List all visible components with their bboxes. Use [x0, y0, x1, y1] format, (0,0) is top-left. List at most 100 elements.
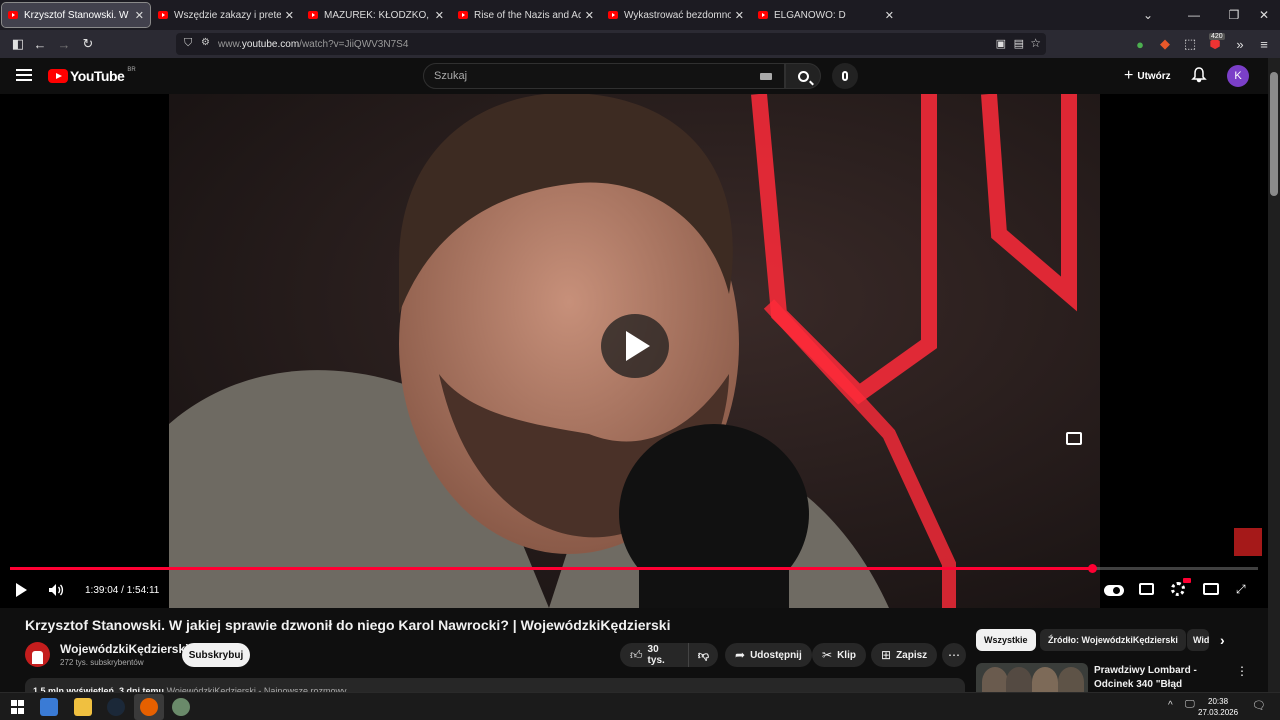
shield-icon[interactable]: ⛉: [184, 37, 192, 50]
youtube-favicon-icon: [608, 11, 618, 19]
progress-fill: [10, 567, 1093, 570]
volume-icon[interactable]: [48, 583, 64, 597]
share-button[interactable]: ➦ Udostępnij: [725, 643, 812, 667]
system-clock[interactable]: 20:38 27.03.2026: [1198, 696, 1238, 718]
adblock-extension-icon[interactable]: ●: [1130, 34, 1150, 54]
keyboard-icon[interactable]: [760, 73, 772, 80]
browser-tab-strip: Krzysztof Stanowski. W jakiej sp ✕ Wszędz…: [0, 0, 1280, 30]
overflow-menu-icon[interactable]: »: [1230, 34, 1250, 54]
miniplayer-icon[interactable]: [1066, 432, 1082, 445]
video-player[interactable]: 1:39:04 / 1:54:11 ⤢: [0, 94, 1268, 608]
region-code: BR: [127, 67, 136, 73]
picture-in-picture-icon[interactable]: ▣: [996, 37, 1006, 50]
forward-icon[interactable]: →: [54, 34, 74, 54]
extension-badge: 420: [1209, 33, 1225, 40]
firefox-icon[interactable]: [140, 698, 158, 716]
address-bar[interactable]: ⛉ ⚙ www.youtube.com/watch?v=JiiQWV3N7S4 …: [176, 33, 1046, 55]
close-tab-icon[interactable]: ✕: [735, 9, 744, 22]
app-menu-icon[interactable]: ≡: [1254, 34, 1274, 54]
browser-tab[interactable]: Wszędzie zakazy i pretensje! Lu ✕: [152, 3, 300, 27]
minimize-icon[interactable]: —: [1174, 0, 1214, 30]
browser-tab[interactable]: Wykastrować bezdomność! Ust ✕: [602, 3, 750, 27]
settings-gear-icon[interactable]: [1171, 582, 1185, 596]
reload-icon[interactable]: ↻: [78, 34, 98, 54]
youtube-favicon-icon: [308, 11, 318, 19]
chip-watched[interactable]: Wid: [1187, 629, 1209, 651]
youtube-logo[interactable]: YouTube BR: [48, 67, 136, 84]
voice-search-button[interactable]: [832, 63, 858, 89]
autoplay-toggle[interactable]: [1104, 585, 1124, 596]
create-button[interactable]: + Utwórz: [1116, 64, 1179, 88]
tab-title: Wszędzie zakazy i pretensje! Lu: [174, 9, 281, 21]
close-tab-icon[interactable]: ✕: [135, 9, 144, 22]
youtube-favicon-icon: [8, 11, 18, 19]
network-icon[interactable]: 🖵︎: [1185, 699, 1195, 710]
account-avatar[interactable]: K: [1227, 65, 1249, 87]
theater-mode-icon[interactable]: [1203, 583, 1219, 595]
progress-bar[interactable]: [10, 564, 1258, 573]
steam-icon[interactable]: [107, 698, 125, 716]
channel-watermark-logo[interactable]: [1234, 528, 1262, 556]
close-tab-icon[interactable]: ✕: [285, 9, 294, 22]
page-settings-icon[interactable]: ⚙: [201, 37, 210, 48]
app-icon[interactable]: [172, 698, 190, 716]
sidebar-toggle-icon[interactable]: ◧: [8, 34, 28, 54]
like-button[interactable]: 👍︎ 30 tys.: [620, 643, 688, 667]
browser-tab[interactable]: MAZUREK: KŁODZKO, PEDOFILI ✕: [302, 3, 450, 27]
scrubber-handle[interactable]: [1088, 564, 1098, 573]
browser-tab[interactable]: Rise of the Nazis and Adolf Hitl ✕: [452, 3, 600, 27]
reader-view-icon[interactable]: ▤: [1014, 37, 1024, 50]
page-scrollbar[interactable]: [1268, 58, 1280, 692]
bookmark-star-icon[interactable]: ☆: [1030, 36, 1041, 50]
close-tab-icon[interactable]: ✕: [885, 9, 894, 22]
subtitles-icon[interactable]: [1139, 583, 1154, 595]
url-path: /watch?v=JiiQWV3N7S4: [299, 38, 409, 50]
tab-title: Krzysztof Stanowski. W jakiej sp: [24, 9, 131, 21]
subscribe-button[interactable]: Subskrybuj: [182, 643, 250, 667]
browser-tab[interactable]: Krzysztof Stanowski. W jakiej sp ✕: [1, 2, 151, 28]
youtube-masthead: YouTube BR Szukaj + Utwórz K: [0, 58, 1268, 94]
microphone-icon: [842, 71, 848, 81]
back-icon[interactable]: ←: [30, 34, 50, 54]
hd-badge-icon: [1183, 578, 1191, 583]
plus-icon: +: [1124, 67, 1134, 84]
browser-tab[interactable]: ELGANOWO: D ✕: [752, 3, 900, 27]
chip-all[interactable]: Wszystkie: [976, 629, 1036, 651]
windows-start-icon[interactable]: [9, 698, 27, 716]
close-window-icon[interactable]: ✕: [1244, 0, 1280, 30]
more-actions-icon[interactable]: ⋯: [942, 643, 966, 667]
fullscreen-icon[interactable]: ⤢: [1236, 583, 1248, 595]
play-button[interactable]: [16, 581, 30, 599]
save-playlist-icon: ⊞: [881, 648, 892, 662]
tray-chevron-icon[interactable]: ^: [1168, 700, 1173, 711]
search-button[interactable]: [785, 63, 821, 89]
notifications-bell-icon[interactable]: [1191, 67, 1207, 83]
clock-time: 20:38: [1208, 697, 1229, 706]
create-label: Utwórz: [1137, 70, 1171, 82]
recommendation-menu-icon[interactable]: ⋮: [1236, 664, 1248, 678]
clip-button[interactable]: ✂ Klip: [812, 643, 866, 667]
close-tab-icon[interactable]: ✕: [585, 9, 594, 22]
search-input[interactable]: Szukaj: [423, 63, 785, 89]
file-explorer-icon[interactable]: [74, 698, 92, 716]
hamburger-menu-icon[interactable]: [16, 69, 32, 81]
channel-name[interactable]: WojewódzkiKędzierski: [60, 642, 188, 656]
chip-source-channel[interactable]: Źródło: WojewódzkiKędzierski: [1040, 629, 1186, 651]
close-tab-icon[interactable]: ✕: [435, 9, 444, 22]
dislike-button[interactable]: 👎︎: [688, 643, 718, 667]
list-tabs-icon[interactable]: ⌄: [1128, 0, 1168, 30]
notification-center-icon[interactable]: 🗨︎: [1252, 699, 1266, 712]
extensions-puzzle-icon[interactable]: ⬚: [1180, 34, 1200, 54]
scrollbar-thumb[interactable]: [1270, 72, 1278, 196]
thumbs-up-icon: 👍︎: [630, 647, 643, 662]
extension-icon[interactable]: ◆: [1155, 34, 1175, 54]
channel-avatar[interactable]: [25, 642, 50, 667]
search-placeholder: Szukaj: [434, 70, 468, 82]
tab-title: ELGANOWO: D: [774, 9, 846, 21]
app-icon[interactable]: [40, 698, 58, 716]
big-play-button[interactable]: [601, 314, 669, 378]
clock-date: 27.03.2026: [1198, 708, 1239, 717]
share-label: Udostępnij: [750, 649, 802, 661]
chevron-right-icon[interactable]: ›: [1220, 632, 1225, 648]
save-button[interactable]: ⊞ Zapisz: [871, 643, 938, 667]
